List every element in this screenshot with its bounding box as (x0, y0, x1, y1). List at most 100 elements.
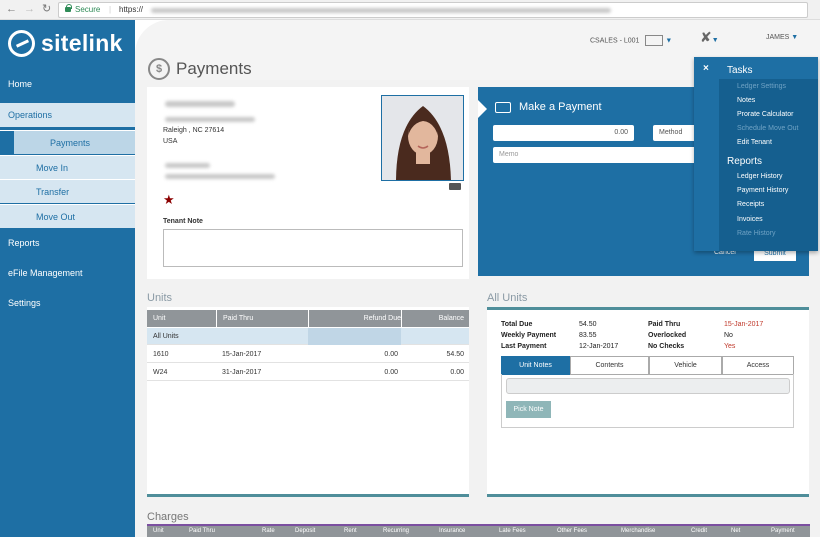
balance-cell: 0.00 (450, 369, 464, 376)
sitelink-logo-icon (8, 29, 35, 57)
paid-thru-cell: 31-Jan-2017 (222, 369, 262, 376)
table-row[interactable]: W24 31-Jan-2017 0.00 0.00 (147, 364, 469, 381)
weekly-payment-value: 83.55 (579, 332, 597, 339)
tenant-city: Raleigh , NC 27614 (163, 127, 225, 134)
user-menu[interactable]: JAMES ▼ (766, 34, 798, 41)
no-checks-value: Yes (724, 343, 736, 350)
sidebar-item-payments[interactable]: Payments (0, 130, 135, 155)
wallet-icon (495, 101, 511, 113)
charges-table-header: Unit Paid Thru Rate Deposit Rent Recurri… (147, 526, 810, 537)
col-other-fees: Other Fees (557, 528, 588, 534)
site-selector[interactable]: CSALES - L001 ▼ (590, 35, 672, 46)
url-redacted (151, 8, 611, 13)
amount-input[interactable]: 0.00 (493, 125, 634, 141)
tenant-note-label: Tenant Note (163, 218, 203, 225)
tasks-heading: Tasks (727, 65, 753, 76)
col-insurance: Insurance (439, 528, 466, 534)
sidebar-item-move-in[interactable]: Move In (0, 155, 135, 179)
lock-icon (65, 4, 72, 12)
col-refund-due: Refund Due (308, 310, 401, 327)
close-icon[interactable]: × (703, 63, 709, 74)
total-due-label: Total Due (501, 321, 533, 328)
sidebar-item-move-out[interactable]: Move Out (0, 204, 135, 228)
units-title: Units (147, 292, 173, 304)
tab-contents[interactable]: Contents (570, 356, 649, 375)
tab-vehicle[interactable]: Vehicle (649, 356, 722, 375)
col-balance: Balance (401, 310, 464, 327)
report-invoices[interactable]: Invoices (737, 215, 763, 224)
tenant-photo (381, 95, 464, 181)
refund-due-cell: 0.00 (384, 351, 398, 358)
col-rent: Rent (344, 528, 357, 534)
report-receipts[interactable]: Receipts (737, 200, 764, 209)
report-ledger-history[interactable]: Ledger History (737, 172, 783, 181)
overlocked-value: No (724, 332, 733, 339)
memo-input[interactable]: Memo (493, 147, 719, 163)
units-table-header: Unit Paid Thru Refund Due Balance (147, 310, 469, 327)
map-grid-icon (645, 35, 664, 46)
star-icon[interactable]: ★ (163, 192, 175, 208)
address-bar[interactable]: Secure | https:// (58, 2, 808, 18)
no-checks-label: No Checks (648, 343, 685, 350)
task-edit-tenant[interactable]: Edit Tenant (737, 138, 772, 147)
last-payment-value: 12-Jan-2017 (579, 343, 619, 350)
col-credit: Credit (691, 528, 708, 534)
col-unit: Unit (153, 528, 164, 534)
all-units-title: All Units (487, 292, 528, 304)
col-net: Net (731, 528, 741, 534)
reports-heading: Reports (727, 156, 763, 167)
tab-unit-notes[interactable]: Unit Notes (501, 356, 570, 375)
task-ledger-settings: Ledger Settings (737, 83, 787, 90)
tenant-phone-redacted (165, 163, 210, 168)
id-card-icon[interactable] (449, 183, 461, 190)
tools-icon[interactable]: ✘▼ (700, 29, 719, 46)
url-text: https:// (119, 5, 144, 14)
col-paid-thru: Paid Thru (189, 528, 215, 534)
col-rate: Rate (262, 528, 275, 534)
table-row-all-units[interactable]: All Units (147, 328, 469, 345)
sidebar-item-home[interactable]: Home (0, 72, 135, 96)
report-payment-history[interactable]: Payment History (737, 186, 788, 195)
payment-coin-icon: $ (148, 58, 170, 80)
brand-logo[interactable]: sitelink (8, 28, 123, 58)
task-notes[interactable]: Notes (737, 96, 755, 105)
site-name: CSALES - L001 (590, 37, 640, 45)
make-payment-title: Make a Payment (519, 101, 602, 113)
sidebar-item-settings[interactable]: Settings (0, 291, 135, 315)
sidebar-item-efile[interactable]: eFile Management (0, 261, 135, 285)
unit-notes-input[interactable] (506, 378, 790, 394)
tenant-name-redacted (165, 101, 235, 107)
table-row[interactable]: 1610 15-Jan-2017 0.00 54.50 (147, 346, 469, 363)
task-prorate-calculator[interactable]: Prorate Calculator (737, 110, 793, 119)
total-due-value: 54.50 (579, 321, 597, 328)
sidebar-item-reports[interactable]: Reports (0, 231, 135, 255)
chevron-down-icon: ▼ (791, 34, 799, 41)
pick-note-button[interactable]: Pick Note (506, 401, 551, 418)
sidebar-item-operations[interactable]: Operations (0, 103, 135, 127)
sidebar-item-transfer[interactable]: Transfer (0, 179, 135, 203)
unit-cell: 1610 (153, 351, 169, 358)
page-title: Payments (176, 59, 252, 78)
paid-thru-value: 15-Jan-2017 (724, 321, 764, 328)
col-deposit: Deposit (295, 528, 316, 534)
task-schedule-move-out: Schedule Move Out (737, 125, 799, 132)
chevron-down-icon: ▼ (665, 37, 673, 45)
all-units-label: All Units (153, 333, 179, 340)
tab-access[interactable]: Access (722, 356, 794, 375)
col-merchandise: Merchandise (621, 528, 656, 534)
last-payment-label: Last Payment (501, 343, 547, 350)
forward-arrow-icon[interactable]: → (24, 3, 35, 16)
col-late-fees: Late Fees (499, 528, 526, 534)
col-recurring: Recurring (383, 528, 410, 534)
col-paid-thru: Paid Thru (216, 310, 253, 327)
make-payment-header: Make a Payment (495, 101, 602, 113)
col-payment: Payment (771, 528, 795, 534)
refund-due-cell: 0.00 (384, 369, 398, 376)
tenant-country: USA (163, 138, 178, 145)
back-arrow-icon[interactable]: ← (6, 3, 17, 16)
reload-icon[interactable]: ↻ (42, 3, 51, 16)
charges-title: Charges (147, 511, 189, 523)
browser-toolbar: ← → ↻ Secure | https:// (0, 0, 820, 20)
user-name: JAMES (766, 34, 790, 41)
tenant-note-input[interactable] (163, 229, 463, 267)
